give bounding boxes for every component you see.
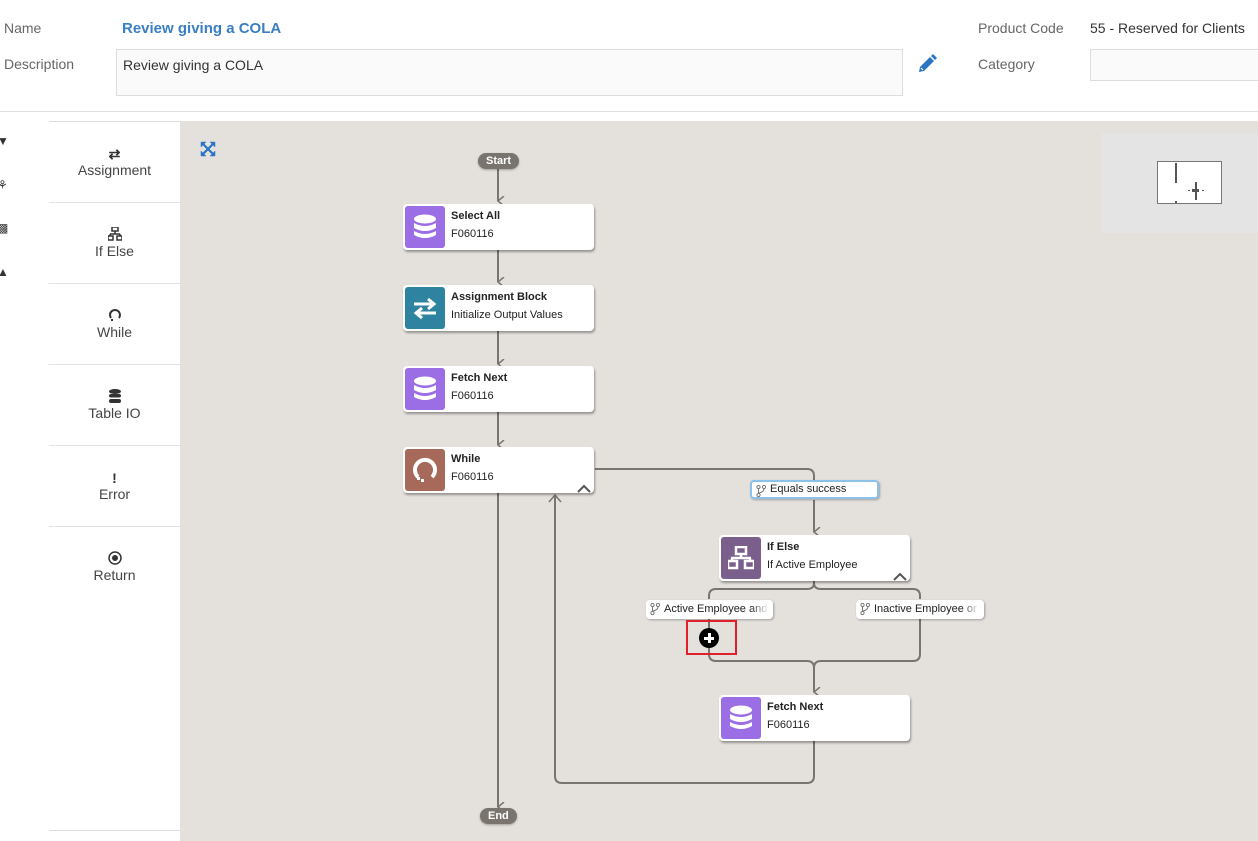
database-icon (405, 368, 445, 410)
condition-text: Equals success (770, 483, 847, 495)
node-title: Fetch Next (767, 701, 824, 713)
node-subtitle: Initialize Output Values (451, 309, 563, 321)
description-field[interactable]: Review giving a COLA (116, 49, 903, 96)
sitemap-icon (49, 226, 180, 243)
branch-false-label[interactable]: Inactive Employee or (856, 600, 984, 619)
rail-flask-icon[interactable]: ▲ (0, 265, 11, 279)
node-title: If Else (767, 541, 800, 553)
palette-divider (49, 830, 180, 831)
rail-sitemap-icon[interactable]: ▩ (0, 221, 11, 235)
rail-funnel-icon[interactable]: ▼ (0, 134, 11, 148)
node-subtitle: F060116 (767, 719, 810, 731)
start-node[interactable]: Start (478, 153, 520, 169)
header: Name Review giving a COLA Description Re… (0, 0, 1258, 112)
node-title: Select All (451, 210, 501, 222)
palette-label: Return (93, 567, 136, 583)
node-if-else[interactable]: If Else If Active Employee (719, 535, 910, 581)
name-label: Name (4, 20, 42, 36)
branch-icon (860, 602, 871, 616)
palette-label: Table IO (88, 405, 141, 421)
loop-icon (49, 308, 180, 324)
minimap[interactable] (1102, 133, 1258, 233)
palette-label: Error (98, 486, 131, 502)
node-while[interactable]: While F060116 (403, 447, 594, 493)
collapse-chevron-icon[interactable] (893, 569, 907, 581)
palette-label: If Else (95, 243, 134, 259)
node-subtitle: If Active Employee (767, 559, 858, 571)
palette-label: While (96, 324, 132, 340)
node-select-all[interactable]: Select All F060116 (403, 204, 594, 250)
palette-item-assignment[interactable]: ⇄ Assignment (49, 122, 180, 203)
flow-canvas[interactable]: Start End Select All F060116 Assignment … (180, 121, 1258, 841)
branch-true-label[interactable]: Active Employee and (646, 600, 773, 619)
minimap-viewport[interactable] (1157, 161, 1222, 204)
edge-false-join (813, 619, 921, 669)
add-block-plus-icon[interactable] (699, 628, 719, 648)
palette-item-if-else[interactable]: If Else (49, 203, 180, 284)
edge-ifelse-split (708, 580, 921, 599)
branch-icon (650, 602, 661, 616)
exchange-arrows-icon (405, 287, 445, 329)
node-title: Assignment Block (451, 291, 547, 303)
palette-item-table-io[interactable]: Table IO (49, 365, 180, 446)
node-assignment-block[interactable]: Assignment Block Initialize Output Value… (403, 285, 594, 331)
loop-icon (405, 449, 445, 491)
block-palette: ⇄ Assignment If Else While Table IO ! Er… (49, 121, 180, 841)
database-icon (405, 206, 445, 248)
node-fetch-next-inner[interactable]: Fetch Next F060116 (719, 695, 910, 741)
end-node[interactable]: End (480, 808, 517, 824)
text-fade (962, 600, 984, 619)
node-fetch-next[interactable]: Fetch Next F060116 (403, 366, 594, 412)
edit-pencil-icon[interactable] (917, 54, 937, 74)
node-subtitle: F060116 (451, 390, 494, 402)
description-label: Description (4, 56, 75, 72)
exchange-arrows-icon: ⇄ (108, 146, 121, 162)
node-title: While (451, 453, 481, 465)
database-icon (49, 389, 180, 405)
category-label: Category (978, 56, 1035, 72)
product-code-label: Product Code (978, 20, 1064, 36)
branch-icon (756, 484, 767, 497)
palette-item-while[interactable]: While (49, 284, 180, 365)
palette-label: Assignment (77, 162, 152, 178)
while-condition-label[interactable]: Equals success (750, 480, 879, 499)
node-subtitle: F060116 (451, 228, 494, 240)
dot-circle-icon (49, 551, 180, 567)
rail-cubes-icon[interactable]: ⚘ (0, 178, 11, 192)
database-icon (721, 697, 761, 739)
product-code-value: 55 - Reserved for Clients (1090, 20, 1245, 36)
node-subtitle: F060116 (451, 471, 494, 483)
sitemap-icon (721, 537, 761, 579)
name-value[interactable]: Review giving a COLA (122, 20, 281, 37)
palette-item-error[interactable]: ! Error (49, 446, 180, 527)
text-fade (751, 600, 773, 619)
exclamation-icon: ! (112, 470, 117, 486)
fit-to-screen-icon[interactable] (200, 141, 216, 157)
node-title: Fetch Next (451, 372, 508, 384)
collapse-chevron-icon[interactable] (577, 481, 591, 493)
palette-item-return[interactable]: Return (49, 527, 180, 608)
category-field[interactable] (1090, 49, 1258, 81)
